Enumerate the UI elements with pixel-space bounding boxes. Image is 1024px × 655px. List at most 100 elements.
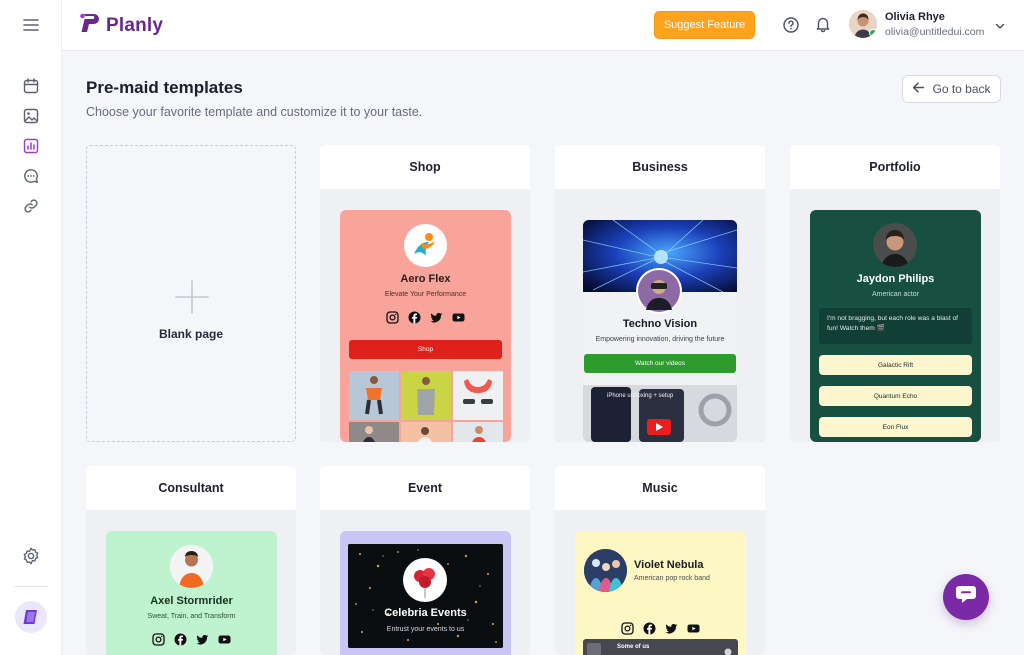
music-tagline: American pop rock band: [634, 575, 710, 582]
portfolio-tagline: American actor: [871, 291, 920, 298]
youtube-icon: [687, 622, 700, 635]
sidebar-item-analytics[interactable]: [19, 138, 43, 159]
product-image: [349, 422, 399, 442]
portfolio-link-1: Galactic Rift: [819, 355, 972, 375]
brand-logo[interactable]: Planly: [78, 12, 163, 39]
product-image: [349, 371, 399, 420]
track-cover: [587, 643, 601, 655]
suggest-feature-button[interactable]: Suggest Feature: [654, 11, 755, 39]
consultant-preview: Axel Stormrider Sweat, Train, and Transf…: [106, 531, 277, 655]
help-icon[interactable]: [782, 16, 800, 34]
instagram-icon: [152, 633, 165, 646]
business-preview: Techno Vision Empowering innovation, dri…: [583, 220, 737, 442]
business-brand-name: Techno Vision: [622, 318, 698, 330]
portfolio-avatar: [873, 223, 917, 267]
image-icon: [23, 108, 39, 129]
chat-support-button[interactable]: [943, 574, 989, 620]
planly-logo-icon: [78, 12, 100, 39]
business-tagline: Empowering innovation, driving the futur…: [595, 336, 725, 343]
video-caption: iPhone unboxing + setup: [607, 393, 674, 399]
template-card-consultant[interactable]: Consultant Axel Stormrider Sweat, Train,…: [86, 466, 296, 655]
event-brand-name: Celebria Events: [384, 607, 467, 619]
chevron-down-icon[interactable]: [994, 19, 1006, 31]
event-tagline: Entrust your events to us: [386, 626, 465, 633]
youtube-icon: [218, 633, 231, 646]
music-band-name: Violet Nebula: [634, 559, 704, 571]
template-card-shop[interactable]: Shop Aero Flex Elevate Your Performance …: [320, 145, 530, 442]
portfolio-link-3: Eon Flux: [819, 417, 972, 437]
template-card-event[interactable]: Event Celebria Events Entrust your event…: [320, 466, 530, 655]
link-icon: [23, 198, 39, 219]
page-title: Pre-maid templates: [86, 78, 243, 97]
music-social-row: [575, 622, 746, 635]
consultant-social-row: [106, 633, 277, 646]
business-avatar: [636, 268, 682, 314]
sidebar-item-calendar[interactable]: [19, 78, 43, 99]
page-subtitle: Choose your favorite template and custom…: [86, 105, 423, 119]
template-title-business: Business: [555, 145, 765, 189]
arrow-left-icon: [912, 81, 925, 97]
instagram-icon: [621, 622, 634, 635]
template-card-music[interactable]: Music Violet Nebula American pop rock ba…: [555, 466, 765, 655]
shop-tagline: Elevate Your Performance: [384, 291, 467, 298]
shop-brand-name: Aero Flex: [400, 273, 451, 285]
facebook-icon: [408, 311, 421, 324]
template-card-business[interactable]: Business Techno Vision Empowering innova…: [555, 145, 765, 442]
template-title-portfolio: Portfolio: [790, 145, 1000, 189]
portfolio-link-2: Quantum Echo: [819, 386, 972, 406]
go-back-label: Go to back: [932, 82, 991, 96]
go-back-button[interactable]: Go to back: [902, 75, 1001, 103]
calendar-icon: [23, 78, 39, 99]
chart-icon: [23, 138, 39, 159]
workspace-logo-icon[interactable]: [15, 601, 47, 633]
template-title-shop: Shop: [320, 145, 530, 189]
online-status-dot: [869, 29, 877, 37]
template-card-portfolio[interactable]: Portfolio Jaydon Philips American actor …: [790, 145, 1000, 442]
instagram-icon: [386, 311, 399, 324]
sidebar-item-messages[interactable]: [19, 169, 43, 188]
product-image: [401, 371, 451, 420]
user-name: Olivia Rhye: [885, 10, 945, 23]
sidebar-item-links[interactable]: [19, 199, 43, 218]
product-image: [401, 422, 451, 442]
menu-icon[interactable]: [21, 15, 41, 35]
chat-bubble-icon: [955, 585, 977, 610]
blank-page-label: Blank page: [158, 327, 224, 341]
shop-social-row: [340, 311, 511, 324]
consultant-name: Axel Stormrider: [150, 595, 233, 607]
facebook-icon: [174, 633, 187, 646]
youtube-icon: [452, 311, 465, 324]
template-blank-page[interactable]: Blank page: [86, 145, 296, 442]
track-title: Some of us: [617, 644, 650, 650]
business-video-thumbnail: iPhone unboxing + setup: [583, 385, 737, 442]
consultant-avatar: [170, 545, 213, 588]
user-email: olivia@untitledui.com: [885, 25, 985, 38]
twitter-icon: [665, 622, 678, 635]
sidebar-nav: [19, 78, 43, 218]
more-options-icon: [724, 643, 732, 655]
shop-now-button: Shop: [349, 340, 502, 359]
music-band-avatar: [584, 549, 627, 592]
shop-preview: Aero Flex Elevate Your Performance Shop: [340, 210, 511, 442]
plus-icon: [174, 279, 210, 315]
top-bar: Planly Suggest Feature Olivia Rhye olivi…: [62, 0, 1024, 51]
music-track-player: Some of us: [583, 639, 738, 655]
product-image: [453, 371, 503, 420]
notification-bell-icon[interactable]: [814, 15, 832, 33]
event-preview: Celebria Events Entrust your events to u…: [340, 531, 511, 655]
template-title-music: Music: [555, 466, 765, 510]
portfolio-name: Jaydon Philips: [856, 273, 935, 285]
template-title-event: Event: [320, 466, 530, 510]
settings-icon[interactable]: [21, 546, 41, 566]
sidebar-divider: [14, 586, 48, 587]
sidebar-item-media[interactable]: [19, 108, 43, 129]
aero-flex-logo-icon: [404, 224, 447, 267]
music-preview: Violet Nebula American pop rock band Som…: [575, 531, 746, 655]
user-menu[interactable]: Olivia Rhye olivia@untitledui.com: [849, 10, 984, 38]
product-image: [453, 422, 503, 442]
consultant-tagline: Sweat, Train, and Transform: [147, 613, 236, 620]
template-title-consultant: Consultant: [86, 466, 296, 510]
event-cover-image: Celebria Events Entrust your events to u…: [348, 544, 503, 648]
facebook-icon: [643, 622, 656, 635]
twitter-icon: [196, 633, 209, 646]
